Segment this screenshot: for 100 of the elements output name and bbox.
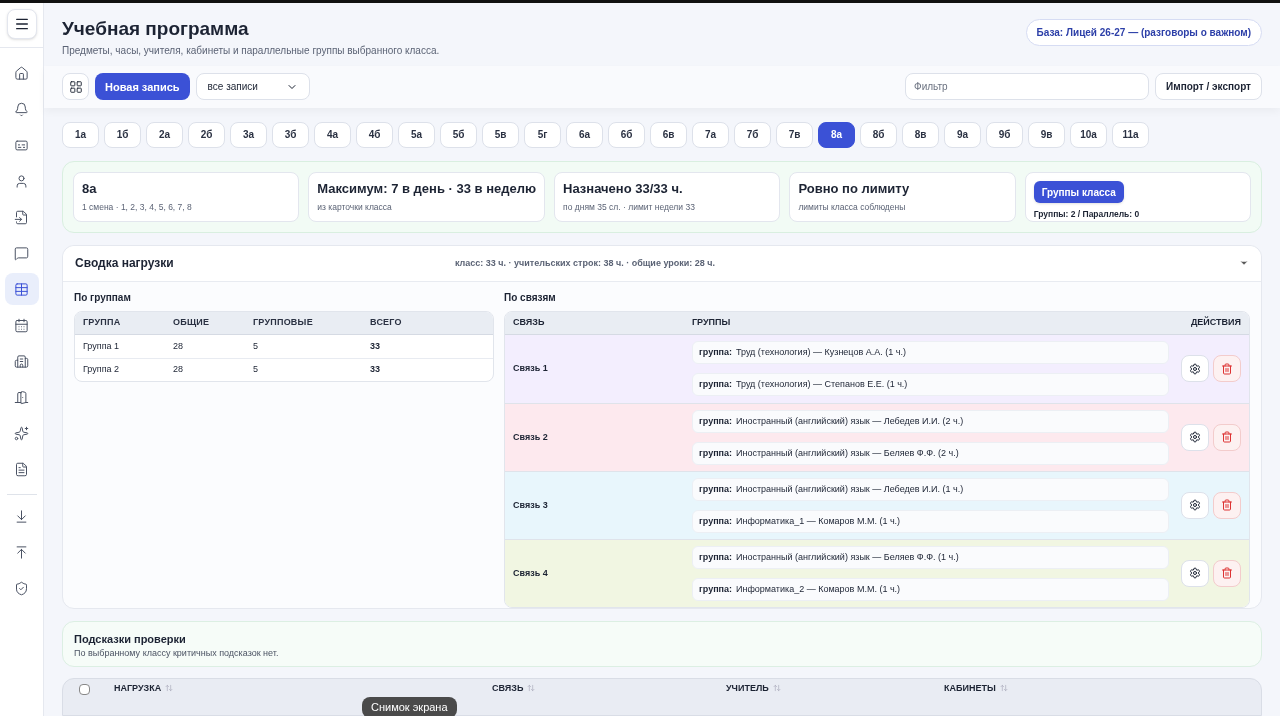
trash-icon (1221, 567, 1233, 580)
table-cell-text: 33 (370, 339, 381, 353)
card-icon (14, 137, 29, 153)
column-header: ДЕЙСТВИЯ (1190, 316, 1241, 330)
group-label: группа: (699, 446, 732, 460)
class-tab[interactable]: 10а (1070, 121, 1107, 148)
grid-view-button[interactable] (62, 73, 89, 101)
settings-icon (1189, 499, 1201, 512)
class-tab[interactable]: 1а (62, 121, 99, 148)
home-icon (14, 65, 29, 81)
class-tab[interactable]: 3б (272, 121, 309, 148)
link-name: Связь 1 (513, 362, 549, 376)
calendar-icon (14, 317, 29, 333)
group-text: Труд (технология) — Степанов Е.Е. (1 ч.) (736, 378, 908, 392)
class-tab[interactable]: 6а (566, 121, 603, 148)
bell-icon (14, 101, 29, 117)
group-text: Иностранный (английский) язык — Лебедев И.И. (1 ч.) (736, 482, 964, 496)
group-label: группа: (699, 482, 732, 496)
column-header: УЧИТЕЛЬ (726, 683, 769, 693)
card-title: Назначено 33/33 ч. (563, 179, 684, 198)
group-text: Информатика_1 — Комаров М.М. (1 ч.) (736, 514, 901, 528)
class-tab[interactable]: 3а (230, 121, 267, 148)
table-icon (14, 281, 29, 297)
card-subtitle: из карточки класса (317, 201, 393, 214)
table-cell-text: 28 (173, 339, 184, 353)
card-title: 8а (82, 179, 98, 198)
class-groups-button[interactable]: Группы класса (1033, 181, 1124, 204)
class-tab[interactable]: 4а (314, 121, 351, 148)
user-icon (14, 173, 29, 189)
class-tab[interactable]: 7б (734, 121, 771, 148)
class-tab[interactable]: 5г (524, 121, 561, 148)
page-subtitle: Предметы, часы, учителя, кабинеты и параллельные группы выбранного класса. (62, 44, 440, 58)
card-subtitle: лимиты класса соблюдены (798, 201, 907, 214)
trash-icon (1221, 431, 1233, 444)
table-cell-text: Группа 1 (83, 339, 121, 353)
menu-icon (13, 16, 30, 32)
select-all-checkbox[interactable] (79, 683, 90, 695)
new-record-button[interactable]: Новая запись (95, 73, 190, 101)
card-title: Максимум: 7 в день · 33 в неделю (317, 179, 537, 198)
card-subtitle: 1 смена · 1, 2, 3, 4, 5, 6, 7, 8 (82, 201, 193, 214)
class-tab[interactable]: 5в (482, 121, 519, 148)
trash-icon (1221, 499, 1233, 512)
table-cell-text: 33 (370, 363, 381, 377)
group-label: группа: (699, 346, 732, 360)
class-tab[interactable]: 9б (986, 121, 1023, 148)
group-text: Труд (технология) — Кузнецов А.А. (1 ч.) (736, 346, 906, 360)
settings-icon (1189, 362, 1201, 375)
sort-icon (772, 684, 781, 693)
file-icon (14, 209, 29, 225)
settings-button[interactable] (1181, 423, 1209, 451)
class-tab[interactable]: 1б (104, 121, 141, 148)
filter-field[interactable]: Фильтр (905, 73, 1150, 101)
column-header: ВСЕГО (370, 316, 403, 330)
menu-button[interactable] (6, 9, 37, 39)
chat-icon (14, 245, 29, 261)
class-tab[interactable]: 11а (1112, 121, 1149, 148)
door-icon (14, 389, 29, 405)
column-header: СВЯЗЬ (492, 683, 524, 693)
class-tab[interactable]: 4б (356, 121, 393, 148)
group-label: группа: (699, 514, 732, 528)
class-tab[interactable]: 7в (776, 121, 813, 148)
sparkles-icon (14, 425, 29, 441)
class-tab[interactable]: 7а (692, 121, 729, 148)
sidebar-item[interactable] (4, 273, 39, 305)
hints-text: По выбранному классу критичных подсказок нет. (74, 647, 280, 661)
class-tab[interactable]: 9в (1028, 121, 1065, 148)
page-title: Учебная программа (62, 17, 250, 41)
class-tab[interactable]: 2б (188, 121, 225, 148)
class-tab[interactable]: 8а (818, 121, 855, 148)
class-tab[interactable]: 8б (860, 121, 897, 148)
sort-icon (527, 684, 536, 693)
link-name: Связь 2 (513, 430, 549, 444)
sort-icon (999, 684, 1008, 693)
class-tab[interactable]: 9а (944, 121, 981, 148)
trash-icon (1221, 362, 1233, 375)
column-header: ГРУППЫ (692, 316, 732, 330)
section-title: По группам (74, 290, 132, 305)
class-tab[interactable]: 6в (650, 121, 687, 148)
table-cell-text: 28 (173, 363, 184, 377)
class-tab[interactable]: 8в (902, 121, 939, 148)
database-badge: База: Лицей 26-27 — (разговоры о важном) (1025, 19, 1262, 46)
class-tab[interactable]: 6б (608, 121, 645, 148)
settings-icon (1189, 567, 1201, 580)
group-text: Информатика_2 — Комаров М.М. (1 ч.) (736, 582, 901, 596)
class-tab[interactable]: 5б (440, 121, 477, 148)
column-header: ГРУППА (83, 316, 122, 330)
section-title: По связям (504, 290, 557, 305)
settings-button[interactable] (1181, 491, 1209, 519)
tooltip: Снимок экрана (362, 697, 457, 716)
import-export-button[interactable]: Импорт / экспорт (1155, 73, 1262, 101)
view-select[interactable]: все записи (195, 73, 310, 101)
settings-button[interactable] (1181, 559, 1209, 587)
sort-icon (165, 684, 174, 693)
class-tab[interactable]: 2а (146, 121, 183, 148)
settings-button[interactable] (1181, 355, 1209, 383)
column-header: ОБЩИЕ (173, 316, 211, 330)
column-header: ГРУППОВЫЕ (253, 316, 314, 330)
class-tab[interactable]: 5а (398, 121, 435, 148)
column-header: НАГРУЗКА (114, 683, 162, 693)
groups-count: Группы: 2 / Параллель: 0 (1033, 208, 1141, 221)
